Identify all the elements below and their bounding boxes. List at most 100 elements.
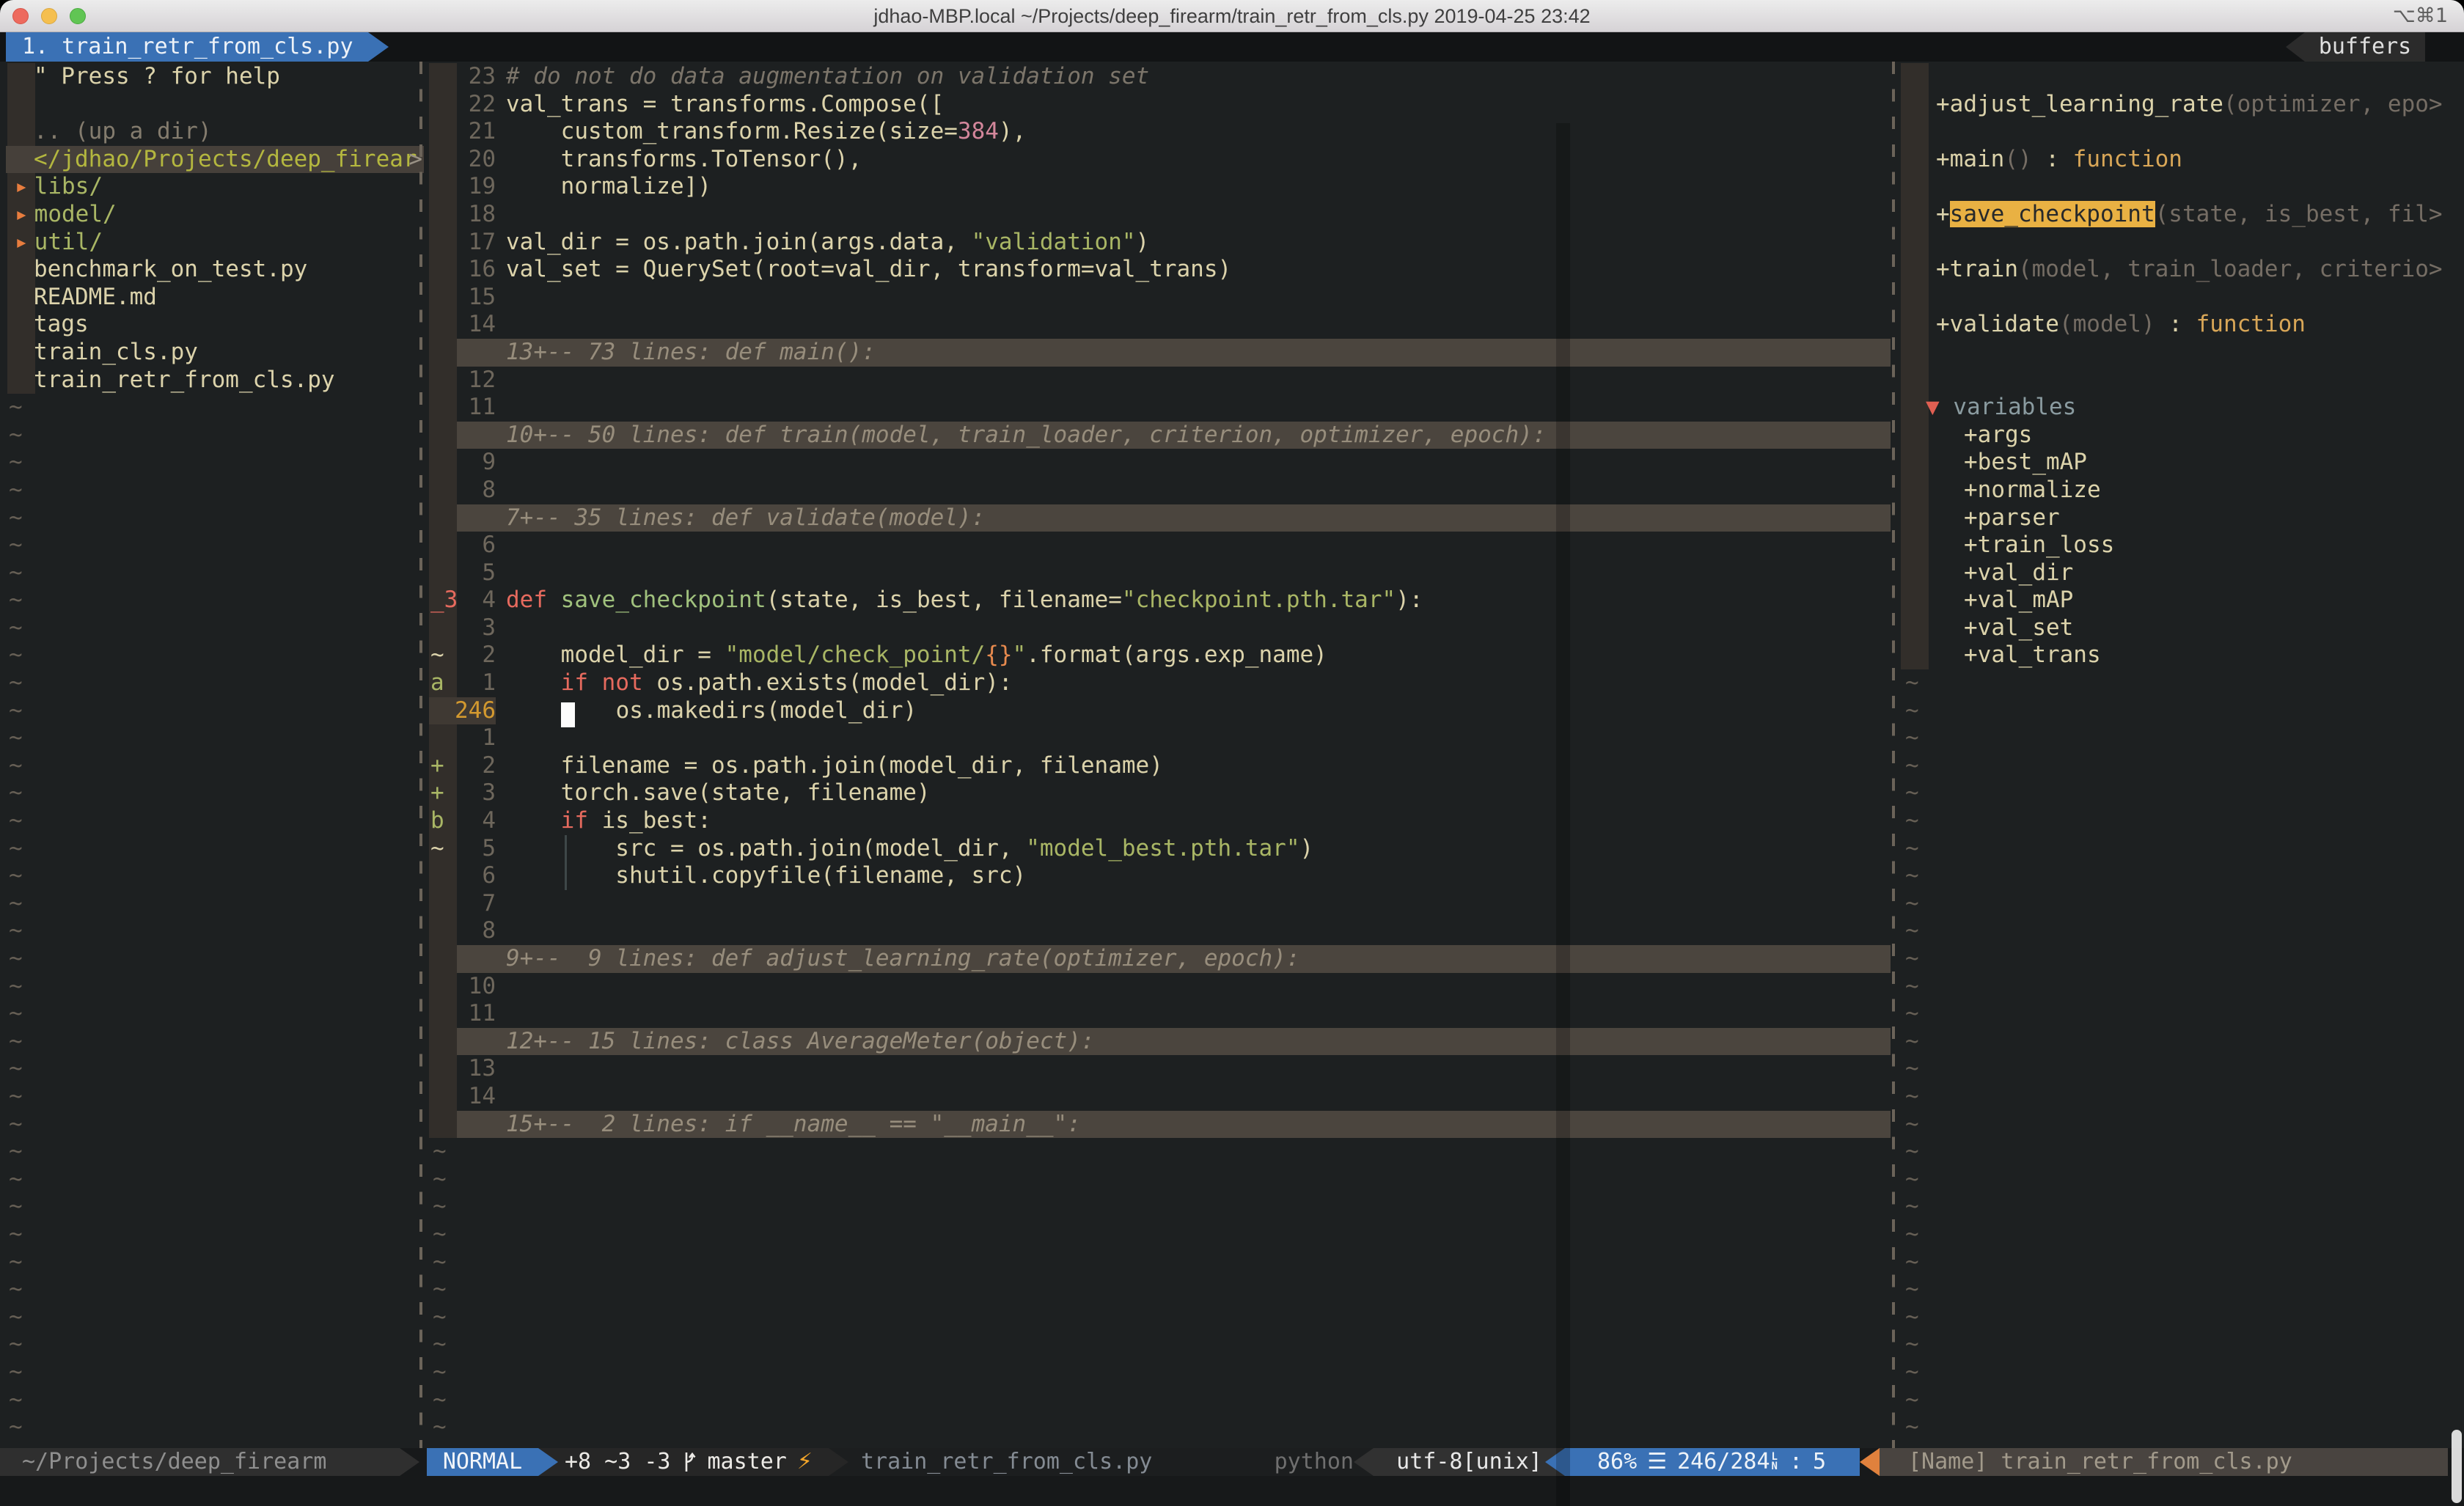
tilde-marker: ~ bbox=[9, 559, 23, 586]
tilde-marker: ~ bbox=[1905, 862, 1919, 889]
tagbar-variable-val_trans[interactable]: +val_trans bbox=[1898, 642, 2464, 669]
code-row[interactable]: 15 bbox=[427, 284, 1891, 312]
tilde-marker: ~ bbox=[9, 1166, 23, 1192]
code-row[interactable]: 12 bbox=[427, 367, 1891, 394]
empty-line-tilde: ~ bbox=[6, 449, 424, 477]
code-row[interactable]: 8 bbox=[427, 477, 1891, 504]
line-number: 2 bbox=[427, 752, 496, 780]
nerdtree-item-benchmark-on-test-py[interactable]: benchmark_on_test.py bbox=[6, 256, 424, 284]
fold-text: +-- 9 lines: def adjust_learning_rate(op… bbox=[520, 945, 1300, 971]
folded-region-row[interactable]: 7+-- 35 lines: def validate(model): bbox=[427, 504, 1891, 532]
window-separator-left[interactable] bbox=[419, 62, 422, 1448]
empty-line-tilde: ~ bbox=[1898, 1111, 2464, 1139]
tagbar-variable-args[interactable]: +args bbox=[1898, 422, 2464, 449]
tilde-marker: ~ bbox=[9, 697, 23, 724]
code-row[interactable]: 23# do not do data augmentation on valid… bbox=[427, 63, 1891, 91]
folded-region-row[interactable]: 13+-- 73 lines: def main(): bbox=[427, 339, 1891, 367]
code-row[interactable]: a1 if not os.path.exists(model_dir): bbox=[427, 669, 1891, 697]
tagbar-tag-row[interactable]: +validate(model) : function bbox=[1898, 311, 2464, 339]
tagbar-variable-normalize[interactable]: +normalize bbox=[1898, 477, 2464, 504]
code-row[interactable]: 21 custom_transform.Resize(size=384), bbox=[427, 118, 1891, 146]
folded-region-row[interactable]: 10+-- 50 lines: def train(model, train_l… bbox=[427, 422, 1891, 449]
tagbar-tag-label: +val_set bbox=[1964, 614, 2073, 641]
code-row[interactable]: ~2 model_dir = "model/check_point/{}".fo… bbox=[427, 642, 1891, 669]
code-row[interactable]: 6 bbox=[427, 532, 1891, 559]
command-line[interactable] bbox=[0, 1476, 2464, 1506]
code-row[interactable]: 13 bbox=[427, 1055, 1891, 1083]
code-row[interactable]: 11 bbox=[427, 394, 1891, 422]
code-row[interactable]: 14 bbox=[427, 1083, 1891, 1111]
nerdtree-item-model[interactable]: ▸model/ bbox=[6, 201, 424, 229]
code-row[interactable]: 10 bbox=[427, 973, 1891, 1001]
indent-guide bbox=[565, 862, 567, 890]
code-row[interactable]: +2 filename = os.path.join(model_dir, fi… bbox=[427, 752, 1891, 780]
code-row[interactable]: 14 bbox=[427, 311, 1891, 339]
folded-region-row[interactable]: 15+-- 2 lines: if __name__ == "__main__"… bbox=[427, 1111, 1891, 1139]
code-row[interactable]: _34def save_checkpoint(state, is_best, f… bbox=[427, 587, 1891, 614]
nerdtree-item-train-cls-py[interactable]: train_cls.py bbox=[6, 339, 424, 367]
tagbar-variable-val_dir[interactable]: +val_dir bbox=[1898, 559, 2464, 587]
tilde-marker: ~ bbox=[1905, 1111, 1919, 1137]
folded-region-row[interactable]: 12+-- 15 lines: class AverageMeter(objec… bbox=[427, 1028, 1891, 1056]
nerdtree-blank-line bbox=[6, 91, 424, 119]
nerdtree-item-README-md[interactable]: README.md bbox=[6, 284, 424, 312]
nerdtree-item-train-retr-from-cls-py[interactable]: train_retr_from_cls.py bbox=[6, 367, 424, 394]
code-row[interactable]: 22val_trans = transforms.Compose([ bbox=[427, 91, 1891, 119]
code-row[interactable]: 7 bbox=[427, 890, 1891, 918]
tagbar-tag-row[interactable]: +adjust_learning_rate(optimizer, epo> bbox=[1898, 91, 2464, 119]
code-token: def bbox=[506, 587, 547, 613]
tagbar-variable-val_mAP[interactable]: +val_mAP bbox=[1898, 587, 2464, 614]
line-number: 7 bbox=[427, 890, 496, 918]
code-token bbox=[588, 669, 602, 696]
scroll-percent: 86% bbox=[1597, 1448, 1637, 1476]
nerdtree-item-util[interactable]: ▸util/ bbox=[6, 229, 424, 257]
folded-region-row[interactable]: 9+-- 9 lines: def adjust_learning_rate(o… bbox=[427, 945, 1891, 973]
lightning-icon: ⚡ bbox=[797, 1448, 813, 1476]
code-token: if bbox=[561, 807, 588, 834]
code-row[interactable]: 246 os.makedirs(model_dir) bbox=[427, 697, 1891, 725]
code-row[interactable]: 19 normalize]) bbox=[427, 173, 1891, 201]
code-row[interactable]: 18 bbox=[427, 201, 1891, 229]
tilde-marker: ~ bbox=[1905, 1193, 1919, 1219]
tilde-marker: ~ bbox=[9, 1386, 23, 1413]
line-number: 17 bbox=[427, 229, 496, 257]
empty-line-tilde: ~ bbox=[6, 1193, 424, 1221]
code-row[interactable]: 20 transforms.ToTensor(), bbox=[427, 146, 1891, 174]
tagbar-variable-parser[interactable]: +parser bbox=[1898, 504, 2464, 532]
tagbar-tag-row[interactable]: +save_checkpoint(state, is_best, fil> bbox=[1898, 201, 2464, 229]
code-row[interactable]: 17val_dir = os.path.join(args.data, "val… bbox=[427, 229, 1891, 257]
code-row[interactable]: ~5 src = os.path.join(model_dir, "model_… bbox=[427, 835, 1891, 863]
code-row[interactable]: 6 shutil.copyfile(filename, src) bbox=[427, 862, 1891, 890]
empty-line-tilde: ~ bbox=[427, 1359, 1891, 1386]
empty-line-tilde: ~ bbox=[6, 394, 424, 422]
code-row[interactable]: 3 bbox=[427, 614, 1891, 642]
tagbar-variable-val_set[interactable]: +val_set bbox=[1898, 614, 2464, 642]
tagbar-variable-best_mAP[interactable]: +best_mAP bbox=[1898, 449, 2464, 477]
code-row[interactable]: 11 bbox=[427, 1000, 1891, 1028]
tagbar-tag-row[interactable]: +main() : function bbox=[1898, 146, 2464, 174]
code-row[interactable]: 1 bbox=[427, 724, 1891, 752]
code-row[interactable]: 9 bbox=[427, 449, 1891, 477]
tagbar-kind-header-variables[interactable]: ▼ variables bbox=[1898, 394, 2464, 422]
empty-line-tilde: ~ bbox=[6, 669, 424, 697]
nerdtree-item-libs[interactable]: ▸libs/ bbox=[6, 173, 424, 201]
tagbar-tag-row[interactable]: +train(model, train_loader, criterio> bbox=[1898, 256, 2464, 284]
code-row[interactable]: b4 if is_best: bbox=[427, 807, 1891, 835]
nerdtree-updir[interactable]: .. (up a dir) bbox=[6, 118, 424, 146]
code-row[interactable]: 16val_set = QuerySet(root=val_dir, trans… bbox=[427, 256, 1891, 284]
line-number: 4 bbox=[427, 587, 496, 614]
window-separator-right[interactable] bbox=[1892, 62, 1895, 1448]
nerdtree-root[interactable]: </jdhao/Projects/deep_firear> bbox=[6, 146, 424, 174]
tilde-marker: ~ bbox=[9, 532, 23, 558]
line-number: 5 bbox=[427, 835, 496, 863]
code-row[interactable]: +3 torch.save(state, filename) bbox=[427, 779, 1891, 807]
tagbar-tag-label: +train_loss bbox=[1964, 532, 2114, 558]
tagbar-highlighted-tag: save_checkpoint bbox=[1950, 201, 2155, 227]
tab-train-retr-from-cls[interactable]: 1. train_retr_from_cls.py bbox=[6, 32, 389, 62]
terminal-scrollbar-thumb[interactable] bbox=[2452, 1430, 2462, 1503]
tagbar-variable-train_loss[interactable]: +train_loss bbox=[1898, 532, 2464, 559]
tilde-marker: ~ bbox=[9, 504, 23, 531]
nerdtree-item-tags[interactable]: tags bbox=[6, 311, 424, 339]
code-row[interactable]: 5 bbox=[427, 559, 1891, 587]
code-row[interactable]: 8 bbox=[427, 917, 1891, 945]
